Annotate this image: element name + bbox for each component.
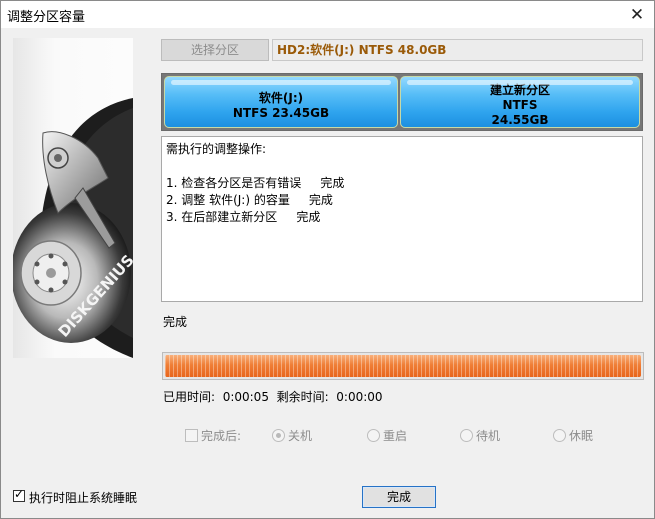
operations-header: 需执行的调整操作: xyxy=(166,142,267,156)
partition-size: 24.55GB xyxy=(491,113,549,127)
finish-button[interactable]: 完成 xyxy=(362,486,436,508)
radio-hibernate[interactable] xyxy=(553,429,566,442)
disk-info-field: HD2:软件(J:) NTFS 48.0GB xyxy=(272,39,643,61)
hard-disk-icon: DISKGENIUS xyxy=(13,98,133,358)
radio-shutdown[interactable] xyxy=(272,429,285,442)
partition-map: 软件(J:) NTFS 23.45GB 建立新分区 NTFS 24.55GB xyxy=(161,73,643,131)
close-icon: ✕ xyxy=(629,4,645,25)
radio-hibernate-label: 休眠 xyxy=(569,429,594,443)
prevent-sleep-checkbox[interactable]: ✓ xyxy=(13,487,25,502)
status-text: 完成 xyxy=(163,315,188,329)
resize-partition-dialog: 调整分区容量 ✕ DISKGENIUS 选择分区 HD2:软件(J:) NTFS… xyxy=(0,0,655,519)
remaining-value: 0:00:00 xyxy=(336,390,383,404)
radio-standby[interactable] xyxy=(460,429,473,442)
operation-item: 3. 在后部建立新分区 完成 xyxy=(166,210,321,224)
remaining-label: 剩余时间: xyxy=(276,390,329,404)
elapsed-label: 已用时间: xyxy=(163,390,216,404)
progress-fill xyxy=(165,355,641,377)
prevent-sleep-label[interactable]: 执行时阻止系统睡眠 xyxy=(29,489,137,506)
time-info: 已用时间: 0:00:05 剩余时间: 0:00:00 xyxy=(163,388,383,405)
operation-item: 2. 调整 软件(J:) 的容量 完成 xyxy=(166,193,333,207)
diskgenius-hdd-illustration: DISKGENIUS xyxy=(13,38,133,358)
partition-size: NTFS 23.45GB xyxy=(232,106,330,120)
partition-name: 软件(J:) xyxy=(258,91,304,105)
radio-restart-label: 重启 xyxy=(383,429,408,443)
title-bar[interactable]: 调整分区容量 ✕ xyxy=(1,1,654,28)
check-mark-icon: ✓ xyxy=(14,487,25,501)
operation-item: 1. 检查各分区是否有错误 完成 xyxy=(166,176,345,190)
after-finish-options: 完成后: 关机 重启 待机 休眠 xyxy=(1,427,655,445)
select-partition-button[interactable]: 选择分区 xyxy=(161,39,269,61)
window-title: 调整分区容量 xyxy=(7,10,86,25)
radio-restart[interactable] xyxy=(367,429,380,442)
operations-list[interactable]: 需执行的调整操作: 1. 检查各分区是否有错误 完成 2. 调整 软件(J:) … xyxy=(161,136,643,302)
partition-name: 建立新分区 xyxy=(489,83,550,97)
after-finish-label: 完成后: xyxy=(201,429,242,443)
progress-bar xyxy=(162,352,644,380)
after-finish-checkbox[interactable] xyxy=(185,429,198,442)
partition-new[interactable]: 建立新分区 NTFS 24.55GB xyxy=(400,76,640,128)
partition-software-j[interactable]: 软件(J:) NTFS 23.45GB xyxy=(164,76,398,128)
elapsed-value: 0:00:05 xyxy=(222,390,269,404)
radio-shutdown-label: 关机 xyxy=(288,429,313,443)
close-button[interactable]: ✕ xyxy=(620,1,654,28)
partition-filesystem: NTFS xyxy=(502,98,538,112)
radio-standby-label: 待机 xyxy=(476,429,501,443)
